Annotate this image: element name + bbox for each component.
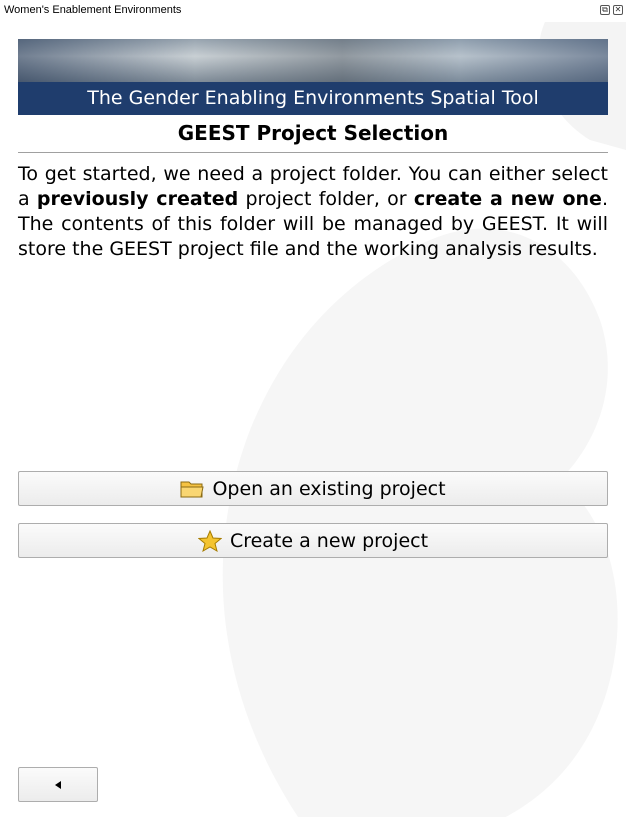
banner-title: The Gender Enabling Environments Spatial… <box>18 82 608 115</box>
open-existing-project-label: Open an existing project <box>212 477 446 500</box>
divider <box>18 152 608 153</box>
back-button[interactable] <box>18 767 98 802</box>
float-window-icon[interactable]: ⧉ <box>600 5 610 15</box>
create-new-project-label: Create a new project <box>229 529 429 552</box>
window-title: Women's Enablement Environments <box>4 4 182 16</box>
page-title: GEEST Project Selection <box>177 121 449 145</box>
intro-text: To get started, we need a project folder… <box>18 162 608 262</box>
header-banner: The Gender Enabling Environments Spatial… <box>18 39 608 115</box>
intro-bold-previously-created: previously created <box>36 188 239 210</box>
close-icon[interactable]: ✕ <box>613 5 623 15</box>
triangle-left-icon <box>55 780 61 789</box>
banner-image <box>18 39 608 82</box>
star-icon <box>197 529 222 552</box>
title-bar: Women's Enablement Environments ⧉ ✕ <box>0 0 626 22</box>
intro-bold-create-new: create a new one <box>413 188 602 210</box>
folder-icon <box>180 481 205 497</box>
create-new-project-button[interactable]: Create a new project <box>18 523 608 558</box>
open-existing-project-button[interactable]: Open an existing project <box>18 471 608 506</box>
intro-part-2: project folder, or <box>238 188 414 210</box>
